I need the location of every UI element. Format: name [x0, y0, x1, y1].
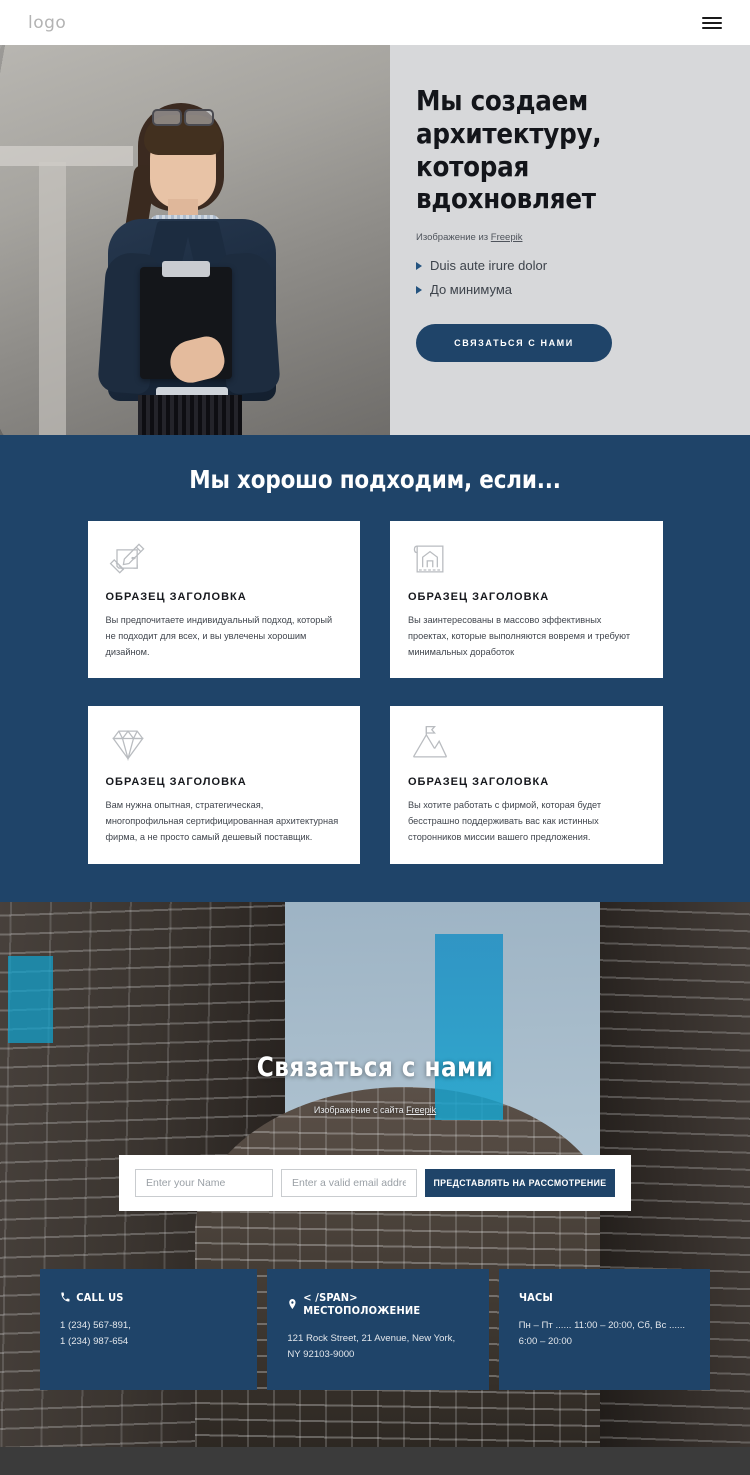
hero-credit-link[interactable]: Freepik: [491, 232, 523, 243]
features-grid: ОБРАЗЕЦ ЗАГОЛОВКА Вы предпочитаете индив…: [87, 521, 663, 864]
site-header: logo: [0, 0, 750, 45]
diamond-icon: [106, 722, 343, 766]
contact-credit-link[interactable]: Freepik: [406, 1105, 436, 1115]
landing-page: logo Мы создаем архитектуру, которая вдо…: [0, 0, 750, 1475]
submit-button[interactable]: ПРЕДСТАВЛЯТЬ НА РАССМОТРЕНИЕ: [425, 1168, 615, 1197]
features-heading: Мы хорошо подходим, если...: [189, 465, 561, 494]
hero-image-credit: Изображение из Freepik: [416, 232, 720, 243]
blueprint-house-icon: [408, 537, 645, 581]
hero-pillar: [39, 162, 67, 435]
feature-card-text: Вы хотите работать с фирмой, которая буд…: [408, 800, 602, 843]
map-pin-icon: [289, 1298, 296, 1309]
feature-card[interactable]: ОБРАЗЕЦ ЗАГОЛОВКА Вам нужна опытная, стр…: [87, 706, 360, 864]
hero-section: Мы создаем архитектуру, которая вдохновл…: [0, 45, 750, 435]
info-box-line-1: Пн – Пт ...... 11:00 – 20:00, Сб, Вс ...…: [518, 1319, 686, 1331]
hero-bullet-label: До минимума: [430, 282, 513, 298]
feature-card[interactable]: ОБРАЗЕЦ ЗАГОЛОВКА Вы предпочитаете индив…: [87, 521, 360, 679]
feature-card[interactable]: ОБРАЗЕЦ ЗАГОЛОВКА Вы заинтересованы в ма…: [390, 521, 663, 679]
pinstripe-skirt: [138, 395, 242, 435]
contact-image-credit: Изображение с сайта Freepik: [0, 1105, 750, 1115]
hero-bullet-label: Duis aute irure dolor: [430, 258, 548, 273]
burger-line: [702, 16, 722, 19]
sunglasses-on-head: [152, 109, 214, 126]
info-box-hours: ЧАСЫ Пн – Пт ...... 11:00 – 20:00, Сб, В…: [498, 1268, 710, 1390]
site-footer: Sample text. Click to select the Text El…: [0, 1446, 750, 1475]
woman-figure: [94, 103, 294, 435]
email-input[interactable]: [281, 1168, 417, 1197]
mountain-flag-icon: [408, 722, 645, 766]
triangle-bullet-icon: [416, 286, 422, 295]
feature-card-text: Вы предпочитаете индивидуальный подход, …: [105, 615, 333, 658]
info-box-line-2: 1 (234) 987-654: [60, 1336, 129, 1348]
contact-info-row: CALL US 1 (234) 567-891, 1 (234) 987-654…: [0, 1268, 750, 1390]
contact-section: Связаться с нами Изображение с сайта Fre…: [0, 901, 750, 1447]
info-box-line-2: 6:00 – 20:00: [518, 1336, 572, 1348]
burger-line: [702, 26, 722, 29]
pencil-ruler-icon: [106, 537, 343, 581]
hero-image-businesswoman: [0, 45, 390, 435]
feature-card-text: Вам нужна опытная, стратегическая, много…: [105, 800, 339, 843]
feature-card-title: ОБРАЗЕЦ ЗАГОЛОВКА: [105, 591, 247, 603]
hero-bullet-item: До минимума: [416, 282, 720, 298]
hero-content: Мы создаем архитектуру, которая вдохновл…: [390, 45, 750, 435]
feature-card-title: ОБРАЗЕЦ ЗАГОЛОВКА: [105, 776, 247, 789]
contact-heading: Связаться с нами: [256, 1051, 494, 1083]
hero-cta-button[interactable]: СВЯЗАТЬСЯ С НАМИ: [416, 323, 612, 362]
hero-bullet-list: Duis aute irure dolor До минимума: [416, 258, 720, 298]
contact-credit-prefix: Изображение с сайта: [313, 1104, 407, 1115]
hamburger-menu-icon[interactable]: [702, 16, 722, 29]
burger-line: [702, 21, 722, 24]
info-box-title-row: < /SPAN> МЕСТОПОЛОЖЕНИЕ: [287, 1291, 450, 1317]
contact-form: ПРЕДСТАВЛЯТЬ НА РАССМОТРЕНИЕ: [119, 1154, 631, 1211]
info-box-call-us: CALL US 1 (234) 567-891, 1 (234) 987-654: [40, 1268, 258, 1390]
feature-card[interactable]: ОБРАЗЕЦ ЗАГОЛОВКА Вы хотите работать с ф…: [390, 706, 663, 864]
info-box-location: < /SPAN> МЕСТОПОЛОЖЕНИЕ 121 Rock Street,…: [267, 1268, 489, 1390]
info-box-line-1: 1 (234) 567-891,: [60, 1319, 131, 1331]
contact-content: Связаться с нами Изображение с сайта Fre…: [0, 902, 750, 1211]
info-box-title: CALL US: [76, 1290, 124, 1304]
info-box-title: ЧАСЫ: [518, 1290, 553, 1304]
feature-card-title: ОБРАЗЕЦ ЗАГОЛОВКА: [408, 591, 550, 603]
feature-card-title: ОБРАЗЕЦ ЗАГОЛОВКА: [408, 776, 550, 789]
features-section: Мы хорошо подходим, если... ОБРАЗЕЦ ЗАГО…: [0, 435, 750, 902]
hero-credit-prefix: Изображение из: [416, 232, 491, 243]
name-input[interactable]: [135, 1168, 273, 1197]
hero-bullet-item: Duis aute irure dolor: [416, 258, 720, 273]
hero-heading: Мы создаем архитектуру, которая вдохновл…: [416, 84, 602, 216]
phone-icon: [61, 1292, 70, 1302]
feature-card-text: Вы заинтересованы в массово эффективных …: [408, 615, 631, 658]
info-box-title-row: CALL US: [60, 1291, 220, 1304]
site-logo[interactable]: logo: [28, 13, 66, 33]
info-box-line-2: NY 92103-9000: [287, 1349, 355, 1361]
triangle-bullet-icon: [416, 262, 422, 271]
info-box-title: < /SPAN> МЕСТОПОЛОЖЕНИЕ: [303, 1290, 421, 1317]
info-box-title-row: ЧАСЫ: [519, 1291, 673, 1304]
info-box-line-1: 121 Rock Street, 21 Avenue, New York,: [287, 1332, 456, 1344]
